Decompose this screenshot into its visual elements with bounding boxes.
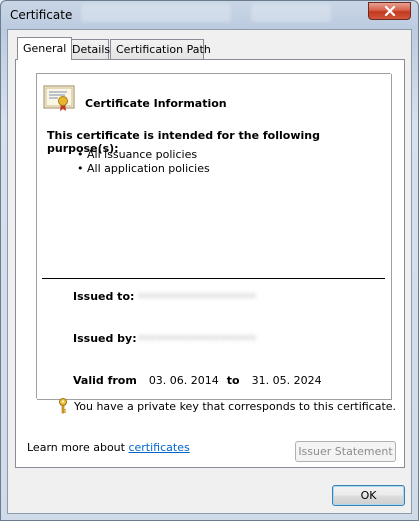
issuer-statement-button[interactable]: Issuer Statement [295, 441, 396, 462]
close-icon [384, 6, 395, 16]
key-icon [59, 398, 67, 414]
issued-by-value[interactable]: •••••••••••••••••••• [138, 333, 256, 344]
background-window-blur [251, 4, 331, 22]
list-item: All issuance policies [77, 148, 210, 162]
valid-from-date: 03. 06. 2014 [148, 374, 219, 387]
certificate-icon [43, 85, 75, 111]
button-label: OK [360, 489, 377, 502]
button-label: Issuer Statement [298, 445, 393, 458]
issued-by-label: Issued by: [73, 332, 137, 345]
learn-more-text: Learn more about [27, 441, 129, 454]
valid-to-date: 31. 05. 2024 [251, 374, 322, 387]
ok-button[interactable]: OK [332, 485, 405, 506]
validity-row: Valid from 03. 06. 2014 to 31. 05. 2024 [73, 374, 322, 387]
tab-label: General [23, 42, 67, 55]
valid-from-label: Valid from [73, 374, 137, 387]
private-key-note: You have a private key that corresponds … [74, 399, 397, 413]
private-key-row: You have a private key that corresponds … [58, 398, 396, 414]
learn-more-row: Learn more about certificates [27, 441, 190, 454]
valid-to-label: to [226, 374, 240, 387]
tab-certification-path[interactable]: Certification Path [110, 39, 211, 59]
dialog-client-area: General Details Certification Path Certi… [7, 29, 412, 514]
list-item: All application policies [77, 162, 210, 176]
general-tab-panel: Certificate Information This certificate… [15, 59, 405, 468]
background-window-blur [81, 4, 231, 22]
issued-to-value[interactable]: •••••••••••••••••••• [138, 291, 256, 302]
certificate-info-box: Certificate Information This certificate… [36, 73, 391, 399]
tab-label: Certification Path [116, 43, 211, 56]
window-title: Certificate [10, 8, 73, 22]
close-button[interactable] [368, 2, 411, 20]
certificate-info-title: Certificate Information [85, 97, 227, 110]
tab-details[interactable]: Details [66, 39, 111, 59]
divider [42, 278, 385, 279]
title-bar[interactable]: Certificate [1, 1, 418, 29]
purpose-list: All issuance policies All application po… [77, 148, 210, 176]
certificate-dialog: Certificate General Details Certificatio… [0, 0, 419, 521]
tab-general[interactable]: General [17, 37, 73, 60]
certificates-link[interactable]: certificates [128, 441, 189, 454]
tab-label: Details [72, 43, 111, 56]
issued-to-label: Issued to: [73, 290, 135, 303]
